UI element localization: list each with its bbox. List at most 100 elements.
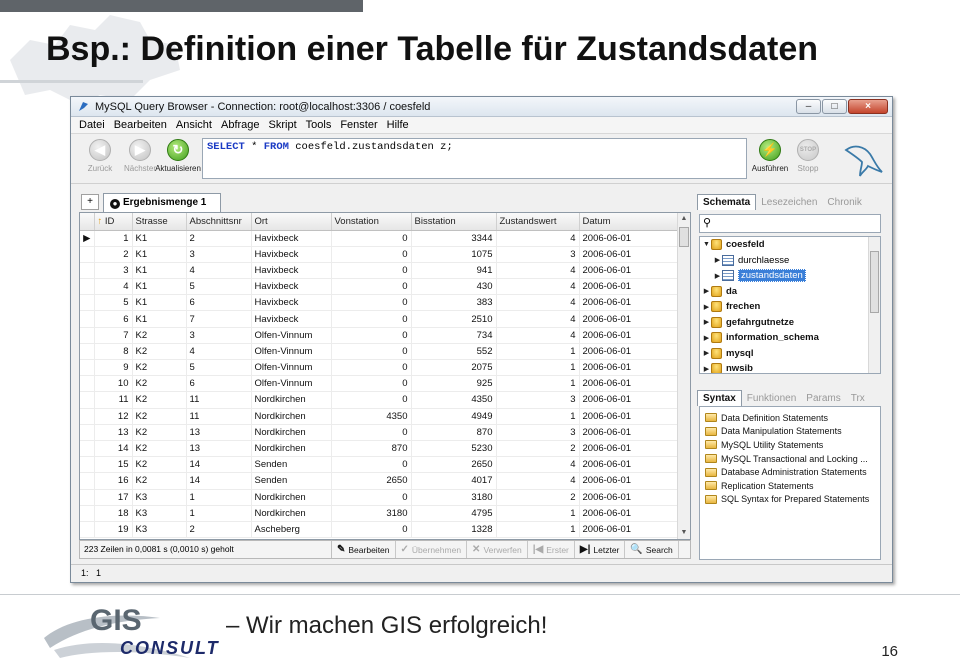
- new-result-tab-button[interactable]: +: [81, 194, 99, 210]
- schema-search-input[interactable]: ⚲: [699, 214, 881, 233]
- tree-item[interactable]: ▶ frechen: [700, 299, 880, 315]
- expand-icon[interactable]: ▶: [713, 256, 722, 264]
- apply-button[interactable]: ✓ Übernehmen: [396, 541, 468, 558]
- tree-item[interactable]: ▶ nwsib: [700, 361, 880, 373]
- table-row[interactable]: 17 K3 1 Nordkirchen 0 3180 2 2006-06-01: [80, 489, 680, 506]
- table-cell[interactable]: K2: [132, 408, 187, 425]
- column-header-datum[interactable]: Datum: [579, 213, 680, 231]
- table-cell[interactable]: 2006-06-01: [579, 327, 680, 344]
- table-cell[interactable]: 0: [331, 375, 412, 393]
- menu-hilfe[interactable]: Hilfe: [387, 119, 409, 131]
- stop-button[interactable]: STOP Stopp: [785, 139, 831, 173]
- table-cell[interactable]: 0: [331, 294, 412, 312]
- table-cell[interactable]: 4: [496, 262, 580, 280]
- table-cell[interactable]: Havixbeck: [251, 278, 332, 296]
- table-cell[interactable]: Nordkirchen: [251, 424, 332, 441]
- menu-bearbeiten[interactable]: Bearbeiten: [114, 119, 167, 131]
- table-cell[interactable]: 11: [186, 391, 252, 409]
- last-button[interactable]: ▶| Letzter: [575, 541, 626, 558]
- table-cell[interactable]: 11: [94, 391, 133, 409]
- table-cell[interactable]: K1: [132, 230, 187, 247]
- table-cell[interactable]: 3180: [331, 505, 412, 522]
- table-cell[interactable]: 2006-06-01: [579, 278, 680, 296]
- table-cell[interactable]: 2006-06-01: [579, 310, 680, 328]
- table-row[interactable]: 3 K1 4 Havixbeck 0 941 4 2006-06-01: [80, 262, 680, 280]
- table-cell[interactable]: 2: [186, 521, 252, 539]
- expand-icon[interactable]: ▶: [702, 334, 711, 342]
- table-cell[interactable]: 2006-06-01: [579, 246, 680, 263]
- table-cell[interactable]: 1: [496, 521, 580, 539]
- table-cell[interactable]: 1075: [411, 246, 497, 263]
- table-cell[interactable]: 19: [94, 521, 133, 539]
- table-cell[interactable]: 4017: [411, 472, 497, 490]
- syntax-item[interactable]: Data Manipulation Statements: [700, 425, 880, 439]
- tree-item[interactable]: ▼ coesfeld: [700, 237, 880, 253]
- table-cell[interactable]: 4795: [411, 505, 497, 522]
- syntax-item[interactable]: Replication Statements: [700, 479, 880, 493]
- table-cell[interactable]: 0: [331, 278, 412, 296]
- table-cell[interactable]: 2006-06-01: [579, 456, 680, 474]
- table-cell[interactable]: 2006-06-01: [579, 424, 680, 441]
- table-cell[interactable]: 2650: [331, 472, 412, 490]
- table-cell[interactable]: 2006-06-01: [579, 230, 680, 247]
- table-cell[interactable]: 11: [186, 408, 252, 425]
- table-cell[interactable]: 3180: [411, 489, 497, 506]
- table-cell[interactable]: 2075: [411, 359, 497, 377]
- table-cell[interactable]: Havixbeck: [251, 230, 332, 247]
- table-cell[interactable]: 3344: [411, 230, 497, 247]
- table-cell[interactable]: Havixbeck: [251, 262, 332, 280]
- table-row[interactable]: 9 K2 5 Olfen-Vinnum 0 2075 1 2006-06-01: [80, 359, 680, 377]
- table-cell[interactable]: 2510: [411, 310, 497, 328]
- scroll-down-icon[interactable]: ▼: [678, 527, 690, 539]
- table-cell[interactable]: 2006-06-01: [579, 359, 680, 377]
- table-cell[interactable]: 0: [331, 343, 412, 361]
- table-cell[interactable]: 1328: [411, 521, 497, 539]
- expand-icon[interactable]: ▶: [713, 272, 722, 280]
- result-vertical-scrollbar[interactable]: ▲ ▼: [677, 213, 690, 539]
- column-header-abschnittsnr[interactable]: Abschnittsnr: [186, 213, 252, 231]
- expand-icon[interactable]: ▶: [702, 318, 711, 326]
- table-cell[interactable]: 0: [331, 489, 412, 506]
- syntax-item[interactable]: MySQL Utility Statements: [700, 438, 880, 452]
- table-cell[interactable]: 7: [186, 310, 252, 328]
- table-cell[interactable]: 10: [94, 375, 133, 393]
- table-row[interactable]: 15 K2 14 Senden 0 2650 4 2006-06-01: [80, 456, 680, 474]
- table-cell[interactable]: 5230: [411, 440, 497, 458]
- schema-tree-scrollbar[interactable]: [868, 237, 880, 373]
- tree-item[interactable]: ▶ gefahrgutnetze: [700, 315, 880, 331]
- menu-tools[interactable]: Tools: [306, 119, 332, 131]
- table-cell[interactable]: K2: [132, 472, 187, 490]
- tab-lesezeichen[interactable]: Lesezeichen: [756, 195, 822, 210]
- table-cell[interactable]: 16: [94, 472, 133, 490]
- close-button[interactable]: ×: [848, 99, 888, 114]
- table-cell[interactable]: 1: [496, 408, 580, 425]
- column-header-bisstation[interactable]: Bisstation: [411, 213, 497, 231]
- table-cell[interactable]: Senden: [251, 472, 332, 490]
- tree-item[interactable]: ▶ da: [700, 284, 880, 300]
- table-cell[interactable]: 383: [411, 294, 497, 312]
- table-cell[interactable]: 14: [186, 456, 252, 474]
- table-cell[interactable]: K1: [132, 294, 187, 312]
- table-cell[interactable]: 870: [411, 424, 497, 441]
- table-cell[interactable]: 2006-06-01: [579, 391, 680, 409]
- table-cell[interactable]: Havixbeck: [251, 310, 332, 328]
- schema-scrollbar-thumb[interactable]: [870, 251, 879, 313]
- table-cell[interactable]: 1: [496, 375, 580, 393]
- table-cell[interactable]: 14: [94, 440, 133, 458]
- table-cell[interactable]: Olfen-Vinnum: [251, 327, 332, 344]
- collapse-icon[interactable]: ▼: [702, 241, 711, 248]
- table-cell[interactable]: 6: [186, 294, 252, 312]
- table-cell[interactable]: K1: [132, 262, 187, 280]
- tab-syntax[interactable]: Syntax: [697, 390, 742, 406]
- table-cell[interactable]: K2: [132, 440, 187, 458]
- table-cell[interactable]: K2: [132, 456, 187, 474]
- table-cell[interactable]: 925: [411, 375, 497, 393]
- syntax-item[interactable]: Data Definition Statements: [700, 411, 880, 425]
- table-cell[interactable]: 0: [331, 359, 412, 377]
- tree-item[interactable]: ▶ zustandsdaten: [700, 268, 880, 284]
- table-cell[interactable]: 870: [331, 440, 412, 458]
- table-cell[interactable]: Nordkirchen: [251, 505, 332, 522]
- table-cell[interactable]: Nordkirchen: [251, 408, 332, 425]
- table-cell[interactable]: 2: [94, 246, 133, 263]
- syntax-item[interactable]: MySQL Transactional and Locking ...: [700, 452, 880, 466]
